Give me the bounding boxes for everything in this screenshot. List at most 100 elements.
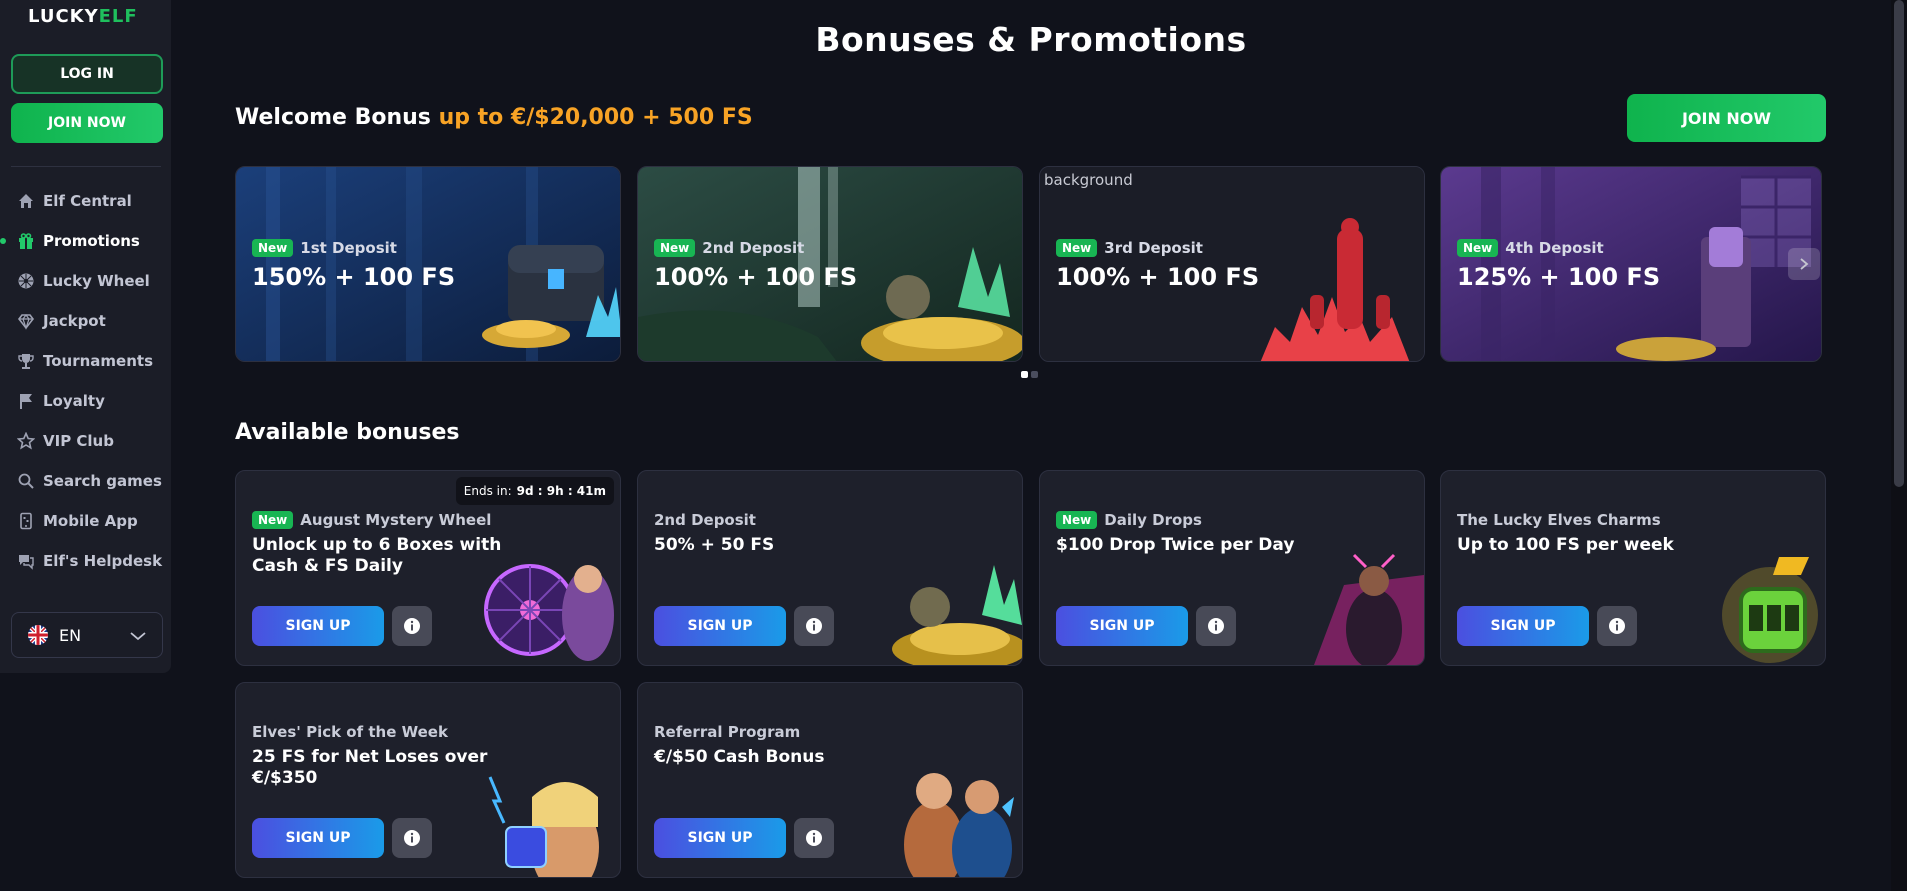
sidebar-item-label: Loyalty <box>43 392 105 410</box>
sidebar-item-label: Lucky Wheel <box>43 272 150 290</box>
info-icon <box>806 830 822 846</box>
carousel-dot-2[interactable] <box>1031 371 1038 378</box>
signup-button[interactable]: SIGN UP <box>1457 606 1589 646</box>
bonus-offer: Unlock up to 6 Boxes with Cash & FS Dail… <box>252 535 502 576</box>
new-badge: New <box>252 239 294 257</box>
scrollbar-thumb[interactable] <box>1894 0 1904 487</box>
bonus-offer: 25 FS for Net Loses over €/$350 <box>252 747 488 788</box>
daily-drops-illustration <box>1314 553 1424 665</box>
bonus-card-daily-drops: New Daily Drops $100 Drop Twice per Day … <box>1039 470 1425 666</box>
deposit-tag: New 2nd Deposit <box>654 239 804 257</box>
info-button[interactable] <box>392 606 432 646</box>
star-icon <box>16 432 35 451</box>
signup-button[interactable]: SIGN UP <box>252 606 384 646</box>
countdown-label: Ends in: <box>463 484 512 498</box>
bonus-name: Elves' Pick of the Week <box>252 723 448 741</box>
referral-duo-illustration <box>904 773 1014 877</box>
info-button[interactable] <box>392 818 432 858</box>
info-icon <box>404 830 420 846</box>
sidebar-nav: Elf Central Promotions Lucky Wheel Jackp… <box>0 181 171 581</box>
sidebar-item-search-games[interactable]: Search games <box>0 461 171 501</box>
deposit-card-3rd[interactable]: background New 3rd Deposit 100% + 100 FS <box>1039 166 1425 362</box>
sidebar-item-label: Elf's Helpdesk <box>43 552 163 570</box>
welcome-bonus-label: Welcome Bonus <box>235 105 431 130</box>
new-badge: New <box>1457 239 1499 257</box>
bonus-name: The Lucky Elves Charms <box>1457 511 1661 529</box>
slot-machine-illustration <box>1722 557 1818 663</box>
sidebar-divider <box>11 166 161 167</box>
sidebar-item-label: Elf Central <box>43 192 132 210</box>
welcome-bonus-amount: up to €/$20,000 + 500 FS <box>438 105 753 130</box>
bonus-tag: New August Mystery Wheel <box>252 511 491 529</box>
deposit-card-2nd[interactable]: New 2nd Deposit 100% + 100 FS <box>637 166 1023 362</box>
chat-icon <box>16 552 35 571</box>
bonus-tag: New Daily Drops <box>1056 511 1202 529</box>
bonus-offer: 50% + 50 FS <box>654 535 775 555</box>
bonus-card-elves-pick: Elves' Pick of the Week 25 FS for Net Lo… <box>235 682 621 878</box>
sidebar-item-loyalty[interactable]: Loyalty <box>0 381 171 421</box>
login-button[interactable]: LOG IN <box>11 54 163 94</box>
sidebar-item-label: VIP Club <box>43 432 114 450</box>
signup-button[interactable]: SIGN UP <box>654 818 786 858</box>
page-scrollbar[interactable] <box>1891 0 1907 891</box>
uk-flag-icon <box>28 625 48 645</box>
sidebar-item-label: Tournaments <box>43 352 154 370</box>
welcome-bonus-heading: Welcome Bonus up to €/$20,000 + 500 FS <box>235 105 753 130</box>
carousel-pagination <box>1021 371 1038 378</box>
signup-button[interactable]: SIGN UP <box>654 606 786 646</box>
sidebar-join-button[interactable]: JOIN NOW <box>11 103 163 143</box>
sidebar: LUCKYELF LOG IN JOIN NOW Elf Central Pro… <box>0 0 171 673</box>
bonus-name: August Mystery Wheel <box>300 511 492 529</box>
bonus-offer: $100 Drop Twice per Day <box>1056 535 1295 555</box>
info-icon <box>806 618 822 634</box>
sidebar-item-label: Jackpot <box>43 312 106 330</box>
chevron-down-icon <box>128 626 148 650</box>
carousel-dot-1[interactable] <box>1021 371 1028 378</box>
chevron-right-icon <box>1800 258 1809 270</box>
search-icon <box>16 472 35 491</box>
new-badge: New <box>654 239 696 257</box>
bonus-tag: 2nd Deposit <box>654 511 756 529</box>
sidebar-item-tournaments[interactable]: Tournaments <box>0 341 171 381</box>
sidebar-item-vip-club[interactable]: VIP Club <box>0 421 171 461</box>
deposit-tag: New 1st Deposit <box>252 239 397 257</box>
signup-button[interactable]: SIGN UP <box>1056 606 1188 646</box>
sidebar-item-jackpot[interactable]: Jackpot <box>0 301 171 341</box>
sidebar-item-elf-central[interactable]: Elf Central <box>0 181 171 221</box>
bonus-name: Daily Drops <box>1104 511 1202 529</box>
deposit-card-1st[interactable]: New 1st Deposit 150% + 100 FS <box>235 166 621 362</box>
deposit-name: 4th Deposit <box>1505 239 1604 257</box>
info-icon <box>404 618 420 634</box>
signup-button[interactable]: SIGN UP <box>252 818 384 858</box>
info-button[interactable] <box>794 606 834 646</box>
language-label: EN <box>59 625 82 645</box>
deposit-name: 3rd Deposit <box>1104 239 1203 257</box>
page-title: Bonuses & Promotions <box>815 20 1247 59</box>
info-button[interactable] <box>1597 606 1637 646</box>
sidebar-item-label: Search games <box>43 472 162 490</box>
deposit-offer: 125% + 100 FS <box>1457 263 1661 291</box>
sidebar-item-promotions[interactable]: Promotions <box>0 221 171 261</box>
sidebar-item-label: Mobile App <box>43 512 138 530</box>
gift-icon <box>16 232 35 251</box>
diamond-icon <box>16 312 35 331</box>
carousel-next-button[interactable] <box>1788 248 1820 280</box>
mobile-icon <box>16 512 35 531</box>
sidebar-item-lucky-wheel[interactable]: Lucky Wheel <box>0 261 171 301</box>
language-selector[interactable]: EN <box>11 612 163 658</box>
bonus-tag: The Lucky Elves Charms <box>1457 511 1661 529</box>
bonus-card-lucky-elves-charms: The Lucky Elves Charms Up to 100 FS per … <box>1440 470 1826 666</box>
join-now-button[interactable]: JOIN NOW <box>1627 94 1826 142</box>
bonus-tag: Elves' Pick of the Week <box>252 723 448 741</box>
info-button[interactable] <box>1196 606 1236 646</box>
info-button[interactable] <box>794 818 834 858</box>
countdown-timer: Ends in: 9d : 9h : 41m <box>455 477 614 505</box>
sidebar-item-helpdesk[interactable]: Elf's Helpdesk <box>0 541 171 581</box>
deposit-tag: New 4th Deposit <box>1457 239 1604 257</box>
trophy-icon <box>16 352 35 371</box>
bonus-offer: Up to 100 FS per week <box>1457 535 1674 555</box>
bonus-card-referral-program: Referral Program €/$50 Cash Bonus SIGN U… <box>637 682 1023 878</box>
sidebar-item-mobile-app[interactable]: Mobile App <box>0 501 171 541</box>
deposit-card-4th[interactable]: New 4th Deposit 125% + 100 FS <box>1440 166 1822 362</box>
bonus-card-mystery-wheel: Ends in: 9d : 9h : 41m New August Myster… <box>235 470 621 666</box>
